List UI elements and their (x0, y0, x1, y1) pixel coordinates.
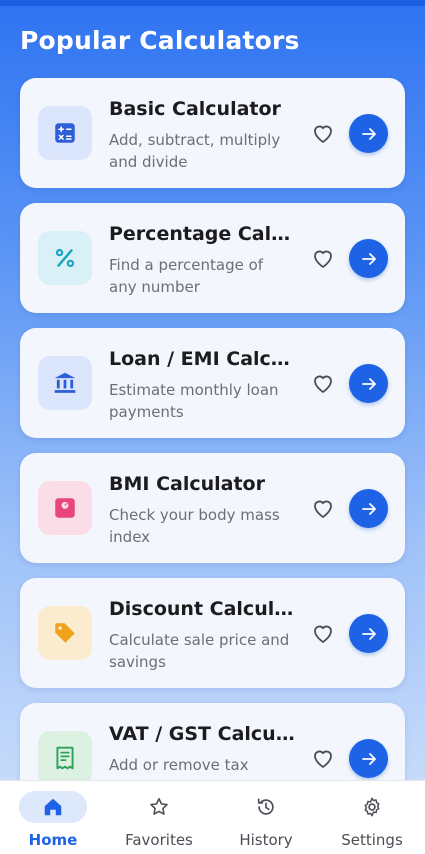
card-title: VAT / GST Calculator (109, 723, 299, 745)
calculator-card-vat-gst[interactable]: VAT / GST Calculator Add or remove tax (20, 703, 405, 780)
card-title: Discount Calculator (109, 598, 299, 620)
open-calculator-button[interactable] (349, 739, 388, 778)
card-title: Loan / EMI Calculator (109, 348, 299, 370)
card-description: Add or remove tax (109, 756, 249, 774)
calculator-card-bmi[interactable]: BMI Calculator Check your body mass inde… (20, 453, 405, 563)
card-description: Add, subtract, multiply and divide (109, 131, 281, 171)
arrow-right-icon (361, 502, 376, 515)
scale-icon (38, 481, 92, 535)
nav-item-favorites[interactable]: Favorites (117, 781, 201, 854)
favorite-heart-icon[interactable] (310, 620, 336, 646)
arrow-right-icon (361, 252, 376, 265)
card-title: Basic Calculator (109, 98, 281, 120)
calculator-list[interactable]: Popular Calculators Basic Calculator Add… (0, 0, 425, 780)
favorite-heart-icon[interactable] (310, 245, 336, 271)
card-description: Find a percentage of any number (109, 256, 264, 296)
open-calculator-button[interactable] (349, 614, 388, 653)
calculator-card-basic[interactable]: Basic Calculator Add, subtract, multiply… (20, 78, 405, 188)
nav-item-history[interactable]: History (231, 781, 301, 854)
card-description: Check your body mass index (109, 506, 280, 546)
percent-icon (38, 231, 92, 285)
receipt-icon (38, 731, 92, 780)
arrow-right-icon (361, 627, 376, 640)
arrow-right-icon (361, 127, 376, 140)
nav-label: Settings (341, 831, 403, 849)
calculator-card-loan-emi[interactable]: Loan / EMI Calculator Estimate monthly l… (20, 328, 405, 438)
open-calculator-button[interactable] (349, 489, 388, 528)
arrow-right-icon (361, 752, 376, 765)
open-calculator-button[interactable] (349, 239, 388, 278)
star-icon (125, 791, 193, 823)
tag-icon (38, 606, 92, 660)
calculator-icon (38, 106, 92, 160)
arrow-right-icon (361, 377, 376, 390)
nav-label: Favorites (125, 831, 193, 849)
bank-icon (38, 356, 92, 410)
open-calculator-button[interactable] (349, 114, 388, 153)
nav-item-home[interactable]: Home (19, 781, 87, 854)
home-icon (19, 791, 87, 823)
favorite-heart-icon[interactable] (310, 120, 336, 146)
card-title: BMI Calculator (109, 473, 265, 495)
nav-item-settings[interactable]: Settings (334, 781, 410, 854)
favorite-heart-icon[interactable] (310, 370, 336, 396)
bottom-navigation: Home Favorites History Settings (0, 780, 425, 854)
card-description: Calculate sale price and savings (109, 631, 290, 671)
card-title: Percentage Calculator (109, 223, 299, 245)
nav-label: History (239, 831, 293, 849)
favorite-heart-icon[interactable] (310, 745, 336, 771)
nav-label: Home (28, 831, 78, 849)
gear-icon (338, 791, 406, 823)
calculator-card-discount[interactable]: Discount Calculator Calculate sale price… (20, 578, 405, 688)
open-calculator-button[interactable] (349, 364, 388, 403)
history-icon (232, 791, 300, 823)
page-title: Popular Calculators (20, 26, 300, 55)
favorite-heart-icon[interactable] (310, 495, 336, 521)
card-description: Estimate monthly loan payments (109, 381, 279, 421)
calculator-card-percentage[interactable]: Percentage Calculator Find a percentage … (20, 203, 405, 313)
